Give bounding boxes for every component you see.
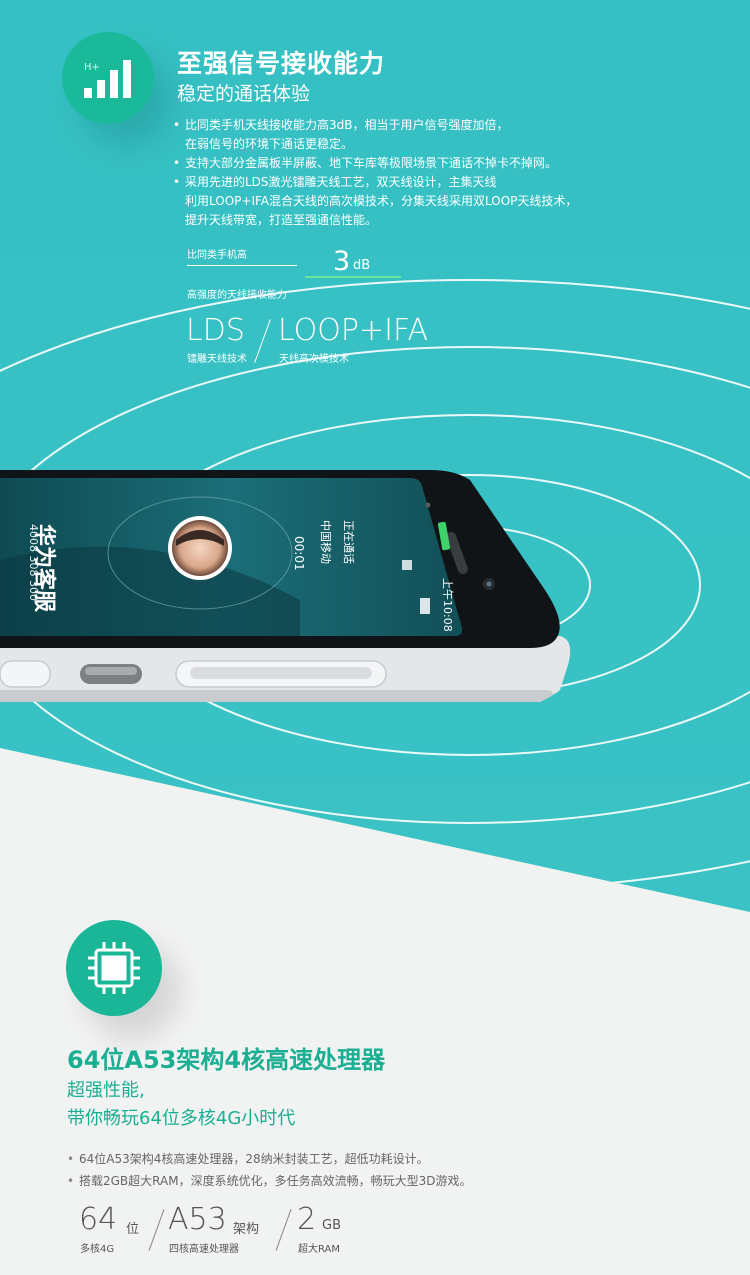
section1-subtitle: 稳定的通话体验 [177, 83, 311, 105]
stat-divider [187, 265, 297, 266]
stat-value: 3 [333, 246, 351, 277]
section1-bullet: 采用先进的LDS激光镭雕天线工艺，双天线设计，主集天线 利用LOOP+IFA混合… [172, 173, 642, 230]
spec-bits-caption: 多核4G [80, 1244, 115, 1255]
signal-badge: H+ [62, 32, 154, 124]
section2-subtitle-line2: 带你畅玩64位多核4G小时代 [67, 1108, 296, 1129]
tech-lds-caption: 镭雕天线技术 [187, 354, 247, 365]
stat-label: 比同类手机高 [187, 250, 247, 261]
status-bar-time: 上午10:08 [441, 578, 454, 632]
phone-illustration [0, 470, 571, 702]
spec-ram-unit: GB [322, 1218, 341, 1233]
hplus-label: H+ [84, 62, 100, 73]
spec-ram-caption: 超大RAM [298, 1244, 341, 1255]
chip-badge [66, 920, 162, 1016]
call-status: 正在通话 [342, 520, 355, 564]
section2-bullet: 64位A53架构4核高速处理器，28纳米封装工艺，超低功耗设计。 [67, 1148, 471, 1170]
cpu-chip-icon [88, 942, 140, 994]
stat-accent-line [305, 276, 401, 278]
tech-loop-ifa-name: LOOP+IFA [278, 313, 428, 348]
spec-arch-caption: 四核高速处理器 [169, 1244, 239, 1255]
section2-bullet: 搭载2GB超大RAM，深度系统优化，多任务高效流畅，畅玩大型3D游戏。 [67, 1170, 471, 1192]
section1-bullet: 比同类手机天线接收能力高3dB，相当于用户信号强度加倍， 在弱信号的环境下通话更… [172, 116, 642, 154]
tech-loop-ifa-caption: 天线高次模技术 [279, 354, 349, 365]
spec-bits-unit: 位 [126, 1222, 140, 1237]
spec-ram-value: 2 [297, 1202, 317, 1237]
section2-title: 64位A53架构4核高速处理器 [67, 1046, 386, 1074]
stat-unit: dB [353, 258, 371, 273]
tech-lds-name: LDS [186, 313, 245, 348]
section1-bullet: 支持大部分金属板半屏蔽、地下车库等极限场景下通话不掉卡不掉网。 [172, 154, 642, 173]
call-carrier: 中国移动 [319, 520, 332, 564]
section1-bullet-list: 比同类手机天线接收能力高3dB，相当于用户信号强度加倍， 在弱信号的环境下通话更… [172, 116, 642, 230]
signal-bars-icon: H+ [84, 60, 131, 98]
section2-subtitle-line1: 超强性能, [67, 1080, 145, 1101]
spec-arch-value: A53 [168, 1202, 227, 1237]
page: H+ 至强信号接收能力 稳定的通话体验 比同类手机天线接收能力高3dB，相当于用… [0, 0, 750, 1275]
caller-number: 4008 308 300 [27, 524, 40, 601]
spec-arch-unit: 架构 [233, 1222, 260, 1237]
section1-title: 至强信号接收能力 [177, 49, 386, 78]
section2-bullet-list: 64位A53架构4核高速处理器，28纳米封装工艺，超低功耗设计。 搭载2GB超大… [67, 1148, 471, 1192]
spec-bits-value: 64 [79, 1202, 118, 1237]
stat-caption: 高强度的天线接收能力 [187, 290, 287, 301]
call-timer: 00:01 [292, 536, 306, 571]
